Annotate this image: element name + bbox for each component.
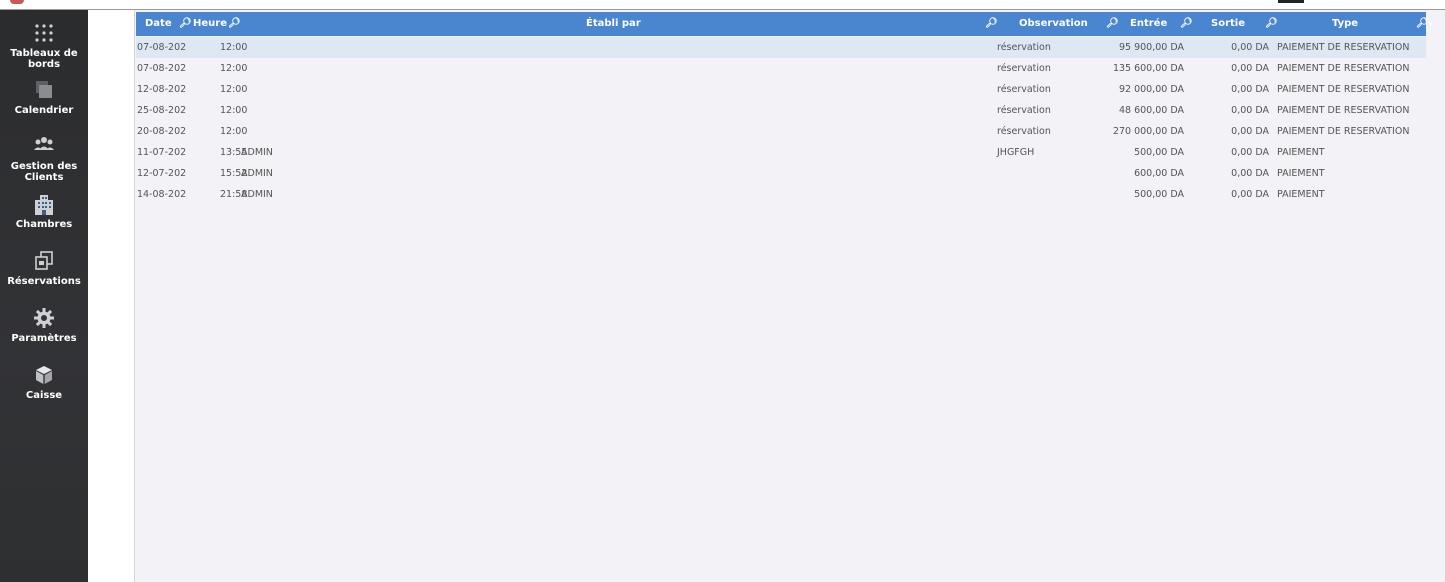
sidebar: Tableaux de bords Calendrier Gestion des… — [0, 10, 88, 582]
users-icon — [34, 137, 54, 150]
sidebar-item-label: Tableaux de bords — [10, 48, 78, 70]
window-top-bar — [0, 0, 1445, 10]
calendar-icon — [36, 81, 52, 98]
sidebar-item-reservations[interactable]: Réservations — [0, 250, 88, 287]
sidebar-item-label: Chambres — [15, 219, 73, 230]
sidebar-item-gestion-des-clients[interactable]: Gestion des Clients — [0, 135, 88, 183]
table-row[interactable]: 12-08-202 12:00 réservation 92 000,00 DA… — [136, 79, 1426, 100]
search-icon[interactable]: 🔎︎ — [228, 12, 241, 36]
search-icon[interactable]: 🔎︎ — [985, 12, 998, 36]
sidebar-item-label: Paramètres — [11, 333, 77, 344]
sidebar-item-tableaux-de-bords[interactable]: Tableaux de bords — [0, 22, 88, 70]
search-icon[interactable]: 🔎︎ — [1416, 12, 1429, 36]
table-header: Date 🔎︎ Heure 🔎︎ Établi par 🔎︎ Observati… — [136, 12, 1433, 36]
search-icon[interactable]: 🔎︎ — [1265, 12, 1278, 36]
sidebar-item-caisse[interactable]: Caisse — [0, 364, 88, 401]
table-row[interactable]: 14-08-202 21:58 ADMIN 500,00 DA 0,00 DA … — [136, 184, 1426, 205]
sidebar-item-label: Caisse — [25, 390, 63, 401]
sidebar-item-calendrier[interactable]: Calendrier — [0, 79, 88, 116]
table-row[interactable]: 25-08-202 12:00 réservation 48 600,00 DA… — [136, 100, 1426, 121]
sidebar-item-chambres[interactable]: Chambres — [0, 193, 88, 230]
table-row[interactable]: 20-08-202 12:00 réservation 270 000,00 D… — [136, 121, 1426, 142]
table-row[interactable]: 12-07-202 15:52 ADMIN 600,00 DA 0,00 DA … — [136, 163, 1426, 184]
search-icon[interactable]: 🔎︎ — [179, 12, 192, 36]
app-logo-fragment — [10, 0, 24, 4]
gear-icon — [34, 308, 54, 328]
sidebar-item-label: Réservations — [7, 276, 81, 287]
table-row[interactable]: 07-08-202 12:00 réservation 135 600,00 D… — [136, 58, 1426, 79]
sidebar-item-label: Gestion des Clients — [10, 161, 78, 183]
cube-icon — [36, 366, 52, 384]
table-row[interactable]: 07-08-202 12:00 réservation 95 900,00 DA… — [136, 37, 1426, 58]
sort-caret-icon[interactable]: ▾ — [1429, 12, 1433, 36]
search-icon[interactable]: 🔎︎ — [1180, 12, 1193, 36]
content-gutter — [88, 10, 134, 582]
sidebar-item-label: Calendrier — [14, 105, 74, 116]
building-icon — [35, 195, 53, 215]
transactions-panel: Date 🔎︎ Heure 🔎︎ Établi par 🔎︎ Observati… — [134, 10, 1445, 582]
grid-dots-icon — [35, 24, 53, 42]
table-row[interactable]: 11-07-202 13:55 ADMIN JHGFGH 500,00 DA 0… — [136, 142, 1426, 163]
copy-documents-icon — [35, 251, 53, 270]
top-bar-control[interactable] — [1278, 0, 1304, 3]
search-icon[interactable]: 🔎︎ — [1106, 12, 1119, 36]
sidebar-item-parametres[interactable]: Paramètres — [0, 307, 88, 344]
